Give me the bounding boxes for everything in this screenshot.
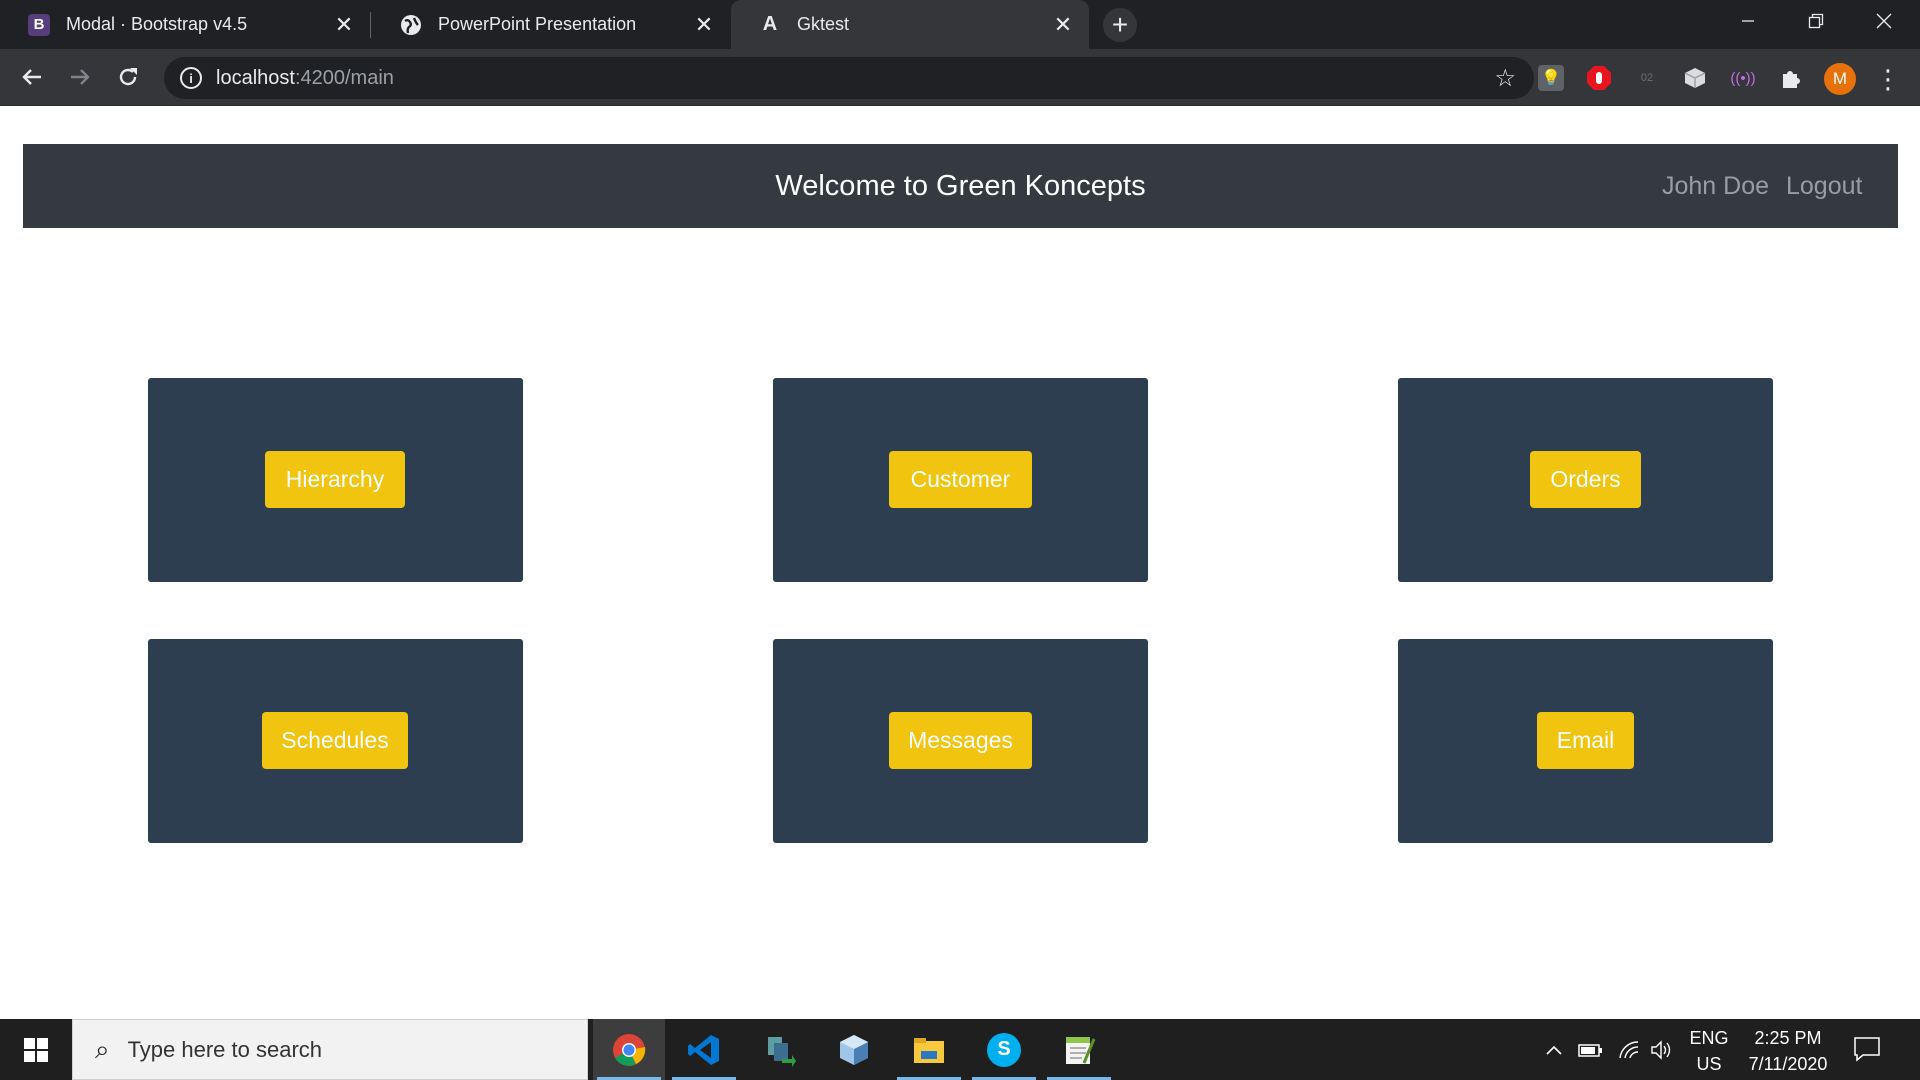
taskbar-chrome[interactable] <box>593 1019 665 1080</box>
browser-tab-strip: B Modal · Bootstrap v4.5 ✕ PowerPoint Pr… <box>0 0 1920 49</box>
email-button[interactable]: Email <box>1537 712 1634 769</box>
bootstrap-favicon-icon: B <box>28 13 50 36</box>
windows-logo-icon <box>24 1037 48 1062</box>
profile-avatar[interactable]: M <box>1824 63 1856 95</box>
restore-window-icon[interactable] <box>1782 0 1850 42</box>
region-code: US <box>1696 1054 1722 1074</box>
skype-icon: S <box>987 1032 1021 1067</box>
input-language-indicator[interactable]: ENG US <box>1684 1025 1734 1077</box>
clock-date: 7/11/2020 <box>1748 1054 1828 1074</box>
new-tab-button[interactable]: + <box>1103 8 1137 42</box>
language-code: ENG <box>1689 1028 1729 1048</box>
forward-arrow-icon[interactable] <box>62 59 98 95</box>
hierarchy-card: Hierarchy <box>148 378 523 582</box>
customer-card: Customer <box>773 378 1148 582</box>
taskbar-file-transfer[interactable] <box>743 1019 815 1080</box>
back-arrow-icon[interactable] <box>14 59 50 95</box>
volume-icon[interactable] <box>1650 1019 1674 1080</box>
tab-separator <box>370 12 371 38</box>
search-icon: ⌕ <box>95 1033 110 1064</box>
tab-title: PowerPoint Presentation <box>438 14 637 34</box>
taskbar-vscode[interactable] <box>668 1019 740 1080</box>
customer-button[interactable]: Customer <box>889 451 1032 508</box>
site-info-icon[interactable]: i <box>180 67 202 89</box>
windows-taskbar: ⌕ Type here to search S ENG US 2:25 PM 7… <box>0 1019 1920 1080</box>
tab-modal-bootstrap[interactable]: B Modal · Bootstrap v4.5 ✕ <box>0 0 370 49</box>
show-hidden-icons-chevron-icon[interactable] <box>1544 1019 1564 1080</box>
taskbar-search-box[interactable]: ⌕ Type here to search <box>72 1019 588 1080</box>
browser-menu-icon[interactable]: ⋮ <box>1875 62 1901 96</box>
cube-icon <box>840 1034 868 1065</box>
wifi-icon[interactable] <box>1618 1019 1642 1080</box>
tab-title: Gktest <box>797 14 850 34</box>
url-path: :4200/main <box>294 66 394 89</box>
tab-title: Modal · Bootstrap v4.5 <box>66 14 248 34</box>
url-host: localhost <box>216 66 295 89</box>
tab-gktest[interactable]: A Gktest ✕ <box>731 0 1089 49</box>
battery-icon[interactable] <box>1578 1019 1604 1080</box>
app-header: Welcome to Green Koncepts John Doe Logou… <box>23 144 1898 228</box>
taskbar-cube-app[interactable] <box>818 1019 890 1080</box>
broadcast-extension-icon[interactable]: ((•)) <box>1730 65 1756 91</box>
taskbar-clock[interactable]: 2:25 PM 7/11/2020 <box>1740 1025 1836 1077</box>
hierarchy-button[interactable]: Hierarchy <box>265 451 405 508</box>
orders-button[interactable]: Orders <box>1530 451 1641 508</box>
schedules-button[interactable]: Schedules <box>262 712 408 769</box>
vscode-icon <box>688 1034 719 1065</box>
messages-card: Messages <box>773 639 1148 843</box>
close-tab-icon[interactable]: ✕ <box>1049 11 1077 39</box>
url-text: localhost:4200/main <box>216 67 394 90</box>
file-transfer-icon <box>768 1036 796 1067</box>
angular-favicon-icon: A <box>762 13 778 35</box>
globe-icon <box>400 14 422 36</box>
reload-icon[interactable] <box>110 59 146 95</box>
minimize-window-icon[interactable] <box>1714 0 1782 42</box>
cube-extension-icon[interactable] <box>1682 65 1708 91</box>
taskbar-skype[interactable]: S <box>968 1019 1040 1080</box>
close-window-icon[interactable] <box>1850 0 1918 42</box>
chrome-icon <box>613 1033 646 1066</box>
browser-toolbar: i localhost:4200/main ☆ 💡 02 ((•)) <box>0 49 1920 106</box>
close-tab-icon[interactable]: ✕ <box>690 11 718 39</box>
action-center-icon[interactable] <box>1852 1034 1882 1064</box>
extensions-puzzle-icon[interactable] <box>1778 65 1804 91</box>
clock-time: 2:25 PM <box>1754 1028 1822 1048</box>
logout-link[interactable]: Logout <box>1786 172 1862 201</box>
lightbulb-extension-icon[interactable]: 💡 <box>1538 65 1564 91</box>
page-title: Welcome to Green Koncepts <box>775 170 1146 202</box>
address-bar[interactable]: i localhost:4200/main ☆ <box>164 57 1534 99</box>
close-tab-icon[interactable]: ✕ <box>330 11 358 39</box>
search-placeholder: Type here to search <box>127 1036 323 1062</box>
adblock-extension-icon[interactable] <box>1586 65 1612 91</box>
bookmark-star-icon[interactable]: ☆ <box>1494 64 1516 93</box>
orders-card: Orders <box>1398 378 1773 582</box>
schedules-card: Schedules <box>148 639 523 843</box>
tab-powerpoint-presentation[interactable]: PowerPoint Presentation ✕ <box>372 0 730 49</box>
taskbar-file-explorer[interactable] <box>893 1019 965 1080</box>
file-explorer-icon <box>914 1037 944 1063</box>
taskbar-notepad-plus[interactable] <box>1043 1019 1115 1080</box>
timer-extension-icon[interactable]: 02 <box>1634 65 1660 91</box>
notepad-plus-icon <box>1066 1036 1096 1064</box>
messages-button[interactable]: Messages <box>889 712 1032 769</box>
user-name-link[interactable]: John Doe <box>1662 172 1769 201</box>
email-card: Email <box>1398 639 1773 843</box>
start-button[interactable] <box>0 1019 72 1080</box>
